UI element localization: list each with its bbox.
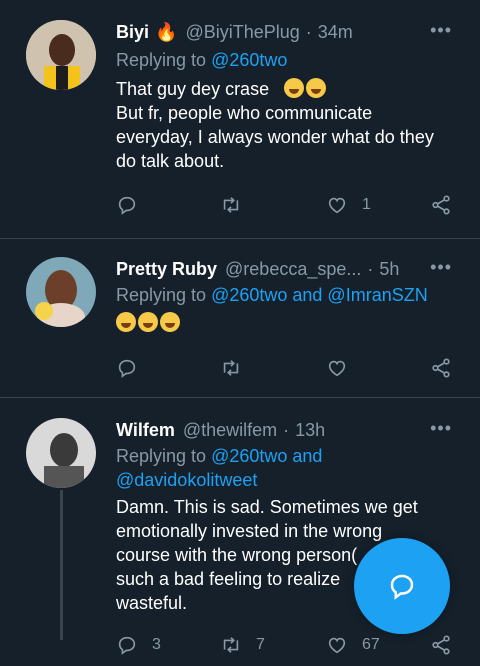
- rofl-emoji-icon: [116, 311, 182, 335]
- separator: ·: [283, 419, 290, 440]
- like-icon: [328, 360, 346, 377]
- separator: ·: [305, 21, 312, 42]
- retweet-button[interactable]: [220, 192, 242, 218]
- like-icon: [328, 197, 346, 214]
- reply-icon: [118, 359, 136, 378]
- more-icon[interactable]: •••: [430, 418, 452, 439]
- tweet-1[interactable]: Biyi 🔥 @BiyiThePlug · 34m ••• Replying t…: [0, 0, 480, 239]
- share-button[interactable]: [430, 355, 452, 381]
- tweet-text-line: wasteful.: [116, 593, 188, 613]
- reply-count: 3: [152, 636, 161, 653]
- share-icon: [432, 635, 450, 655]
- reply-button[interactable]: [116, 192, 138, 218]
- like-count: 67: [362, 636, 380, 653]
- tweet-text: That guy dey crase: [116, 79, 270, 99]
- compose-icon: [390, 574, 414, 600]
- avatar-photo: [26, 20, 96, 90]
- fire-badge-icon: 🔥: [155, 21, 178, 42]
- like-button[interactable]: 1: [326, 192, 371, 218]
- avatar[interactable]: [26, 20, 96, 90]
- mention-link[interactable]: @260two and @ImranSZN: [211, 285, 428, 305]
- handle[interactable]: @BiyiThePlug: [185, 22, 299, 43]
- reply-icon: [118, 196, 136, 215]
- mention-link[interactable]: @260two and: [211, 446, 322, 466]
- tweet-2[interactable]: Pretty Ruby @rebecca_spe... · 5h ••• Rep…: [0, 239, 480, 398]
- retweet-count: 7: [256, 636, 265, 653]
- display-name[interactable]: Biyi: [116, 22, 149, 43]
- reply-context: Replying to @260two and @ImranSZN: [116, 283, 428, 307]
- tweet-text-line: course with the wrong person(: [116, 545, 358, 565]
- compose-button[interactable]: [354, 538, 450, 634]
- more-icon[interactable]: •••: [430, 20, 452, 41]
- avatar-photo: [26, 418, 96, 488]
- like-count: 1: [362, 196, 371, 213]
- retweet-icon: [223, 197, 239, 213]
- retweet-button[interactable]: [220, 355, 242, 381]
- action-bar: 1: [116, 192, 460, 218]
- thread-line: [60, 490, 63, 640]
- more-icon[interactable]: •••: [430, 257, 452, 278]
- timestamp[interactable]: 5h: [379, 259, 399, 280]
- display-name[interactable]: Pretty Ruby: [116, 259, 217, 280]
- reply-icon: [118, 636, 136, 655]
- replying-label: Replying to: [116, 50, 207, 70]
- handle[interactable]: @thewilfem: [183, 420, 277, 441]
- mention-link[interactable]: @260two: [211, 50, 287, 70]
- reply-context: Replying to @260two and: [116, 444, 322, 468]
- replying-label: Replying to: [116, 446, 207, 466]
- tweet-text-line: That guy dey crase: [116, 77, 328, 101]
- separator: ·: [367, 258, 374, 279]
- tweet-text-line: emotionally invested in the wrong: [116, 521, 383, 541]
- avatar[interactable]: [26, 257, 96, 327]
- reply-button[interactable]: [116, 355, 138, 381]
- share-icon: [432, 195, 450, 215]
- share-button[interactable]: [430, 192, 452, 218]
- like-icon: [328, 637, 346, 654]
- action-bar: [116, 355, 460, 381]
- handle[interactable]: @rebecca_spe...: [225, 259, 361, 280]
- like-button[interactable]: 67: [326, 632, 380, 658]
- avatar[interactable]: [26, 418, 96, 488]
- avatar-photo: [26, 257, 96, 327]
- tweet-text-line: But fr, people who communicate: [116, 103, 373, 123]
- reply-button[interactable]: 3: [116, 632, 161, 658]
- retweet-icon: [223, 360, 239, 376]
- display-name[interactable]: Wilfem: [116, 420, 175, 441]
- share-button[interactable]: [430, 632, 452, 658]
- like-button[interactable]: [326, 355, 348, 381]
- action-bar: 3 7 67: [116, 632, 460, 658]
- reply-context: Replying to @260two: [116, 48, 287, 72]
- share-icon: [432, 358, 450, 378]
- tweet-text-line: do talk about.: [116, 151, 225, 171]
- timestamp[interactable]: 34m: [318, 22, 353, 43]
- laughing-emoji-icon: [284, 78, 328, 99]
- mention-link[interactable]: @davidokolitweet: [116, 468, 257, 492]
- retweet-icon: [223, 637, 239, 653]
- tweet-text-line: Damn. This is sad. Sometimes we get: [116, 497, 418, 517]
- timestamp[interactable]: 13h: [295, 420, 325, 441]
- tweet-text-line: everyday, I always wonder what do they: [116, 127, 434, 147]
- replying-label: Replying to: [116, 285, 207, 305]
- retweet-button[interactable]: 7: [220, 632, 265, 658]
- tweet-text-line: such a bad feeling to realize: [116, 569, 341, 589]
